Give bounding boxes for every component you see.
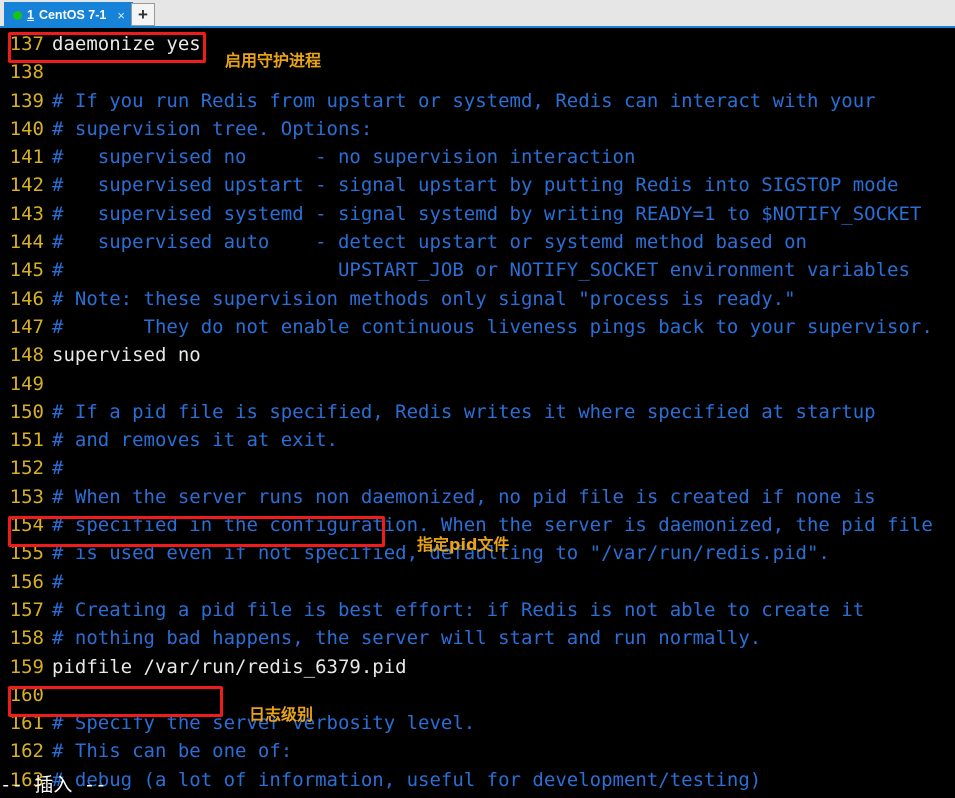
editor-line: 150 # If a pid file is specified, Redis w… [0, 398, 933, 426]
editor-line: 158 # nothing bad happens, the server wil… [0, 624, 933, 652]
annotation-label-daemonize: 启用守护进程 [225, 51, 322, 70]
line-number: 146 [9, 287, 44, 310]
line-content: # UPSTART_JOB or NOTIFY_SOCKET environme… [52, 259, 910, 282]
editor-line: 160 [0, 681, 933, 709]
line-content: # They do not enable continuous liveness… [52, 315, 933, 338]
editor-line: 144 # supervised auto - detect upstart or… [0, 228, 933, 256]
line-number: 155 [9, 542, 44, 565]
annotation-label-loglevel: 日志级别 [249, 705, 314, 724]
line-number: 161 [9, 712, 44, 735]
line-number: 145 [9, 259, 44, 282]
line-content: # When the server runs non daemonized, n… [52, 485, 876, 508]
editor-line: 147 # They do not enable continuous liven… [0, 313, 933, 341]
editor-line: 140 # supervision tree. Options: [0, 115, 933, 143]
line-content: # [52, 457, 64, 480]
line-number: 154 [9, 514, 44, 537]
line-number: 156 [9, 570, 44, 593]
line-content: # If a pid file is specified, Redis writ… [52, 400, 876, 423]
editor-line: 161 # Specify the server verbosity level. [0, 709, 933, 737]
line-number: 143 [9, 202, 44, 225]
line-number: 140 [9, 117, 44, 140]
editor-text-area[interactable]: 137 daemonize yes 138 139 # If you run Redis… [0, 29, 933, 798]
editor-line: 162 # This can be one of: [0, 737, 933, 765]
vim-status-line: -- 插入 -- [0, 774, 107, 796]
line-number: 157 [9, 598, 44, 621]
line-number: 160 [9, 683, 44, 706]
new-tab-button[interactable]: + [131, 3, 155, 26]
line-number: 151 [9, 429, 44, 452]
line-content: # supervised no - no supervision interac… [52, 146, 636, 169]
terminal-tab-centos-7-1[interactable]: 1 CentOS 7-1 × [4, 2, 133, 28]
editor-line: 139 # If you run Redis from upstart or sy… [0, 87, 933, 115]
tab-bar: 1 CentOS 7-1 × + [0, 0, 955, 28]
line-content: # Creating a pid file is best effort: if… [52, 598, 865, 621]
line-content: # supervised upstart - signal upstart by… [52, 174, 899, 197]
editor-line: 137 daemonize yes [0, 30, 933, 58]
editor-line: 143 # supervised systemd - signal systemd… [0, 200, 933, 228]
editor-line: 145 # UPSTART_JOB or NOTIFY_SOCKET enviro… [0, 256, 933, 284]
editor-line: 159 pidfile /var/run/redis_6379.pid [0, 653, 933, 681]
line-content: # If you run Redis from upstart or syste… [52, 89, 876, 112]
line-number: 147 [9, 315, 44, 338]
line-number: 152 [9, 457, 44, 480]
line-number: 148 [9, 344, 44, 367]
terminal-screen[interactable]: 137 daemonize yes 138 139 # If you run Redis… [0, 29, 955, 798]
line-content: # supervised auto - detect upstart or sy… [52, 231, 807, 254]
line-content: supervised no [52, 344, 201, 367]
editor-line: 153 # When the server runs non daemonized… [0, 483, 933, 511]
line-number: 158 [9, 627, 44, 650]
line-number: 141 [9, 146, 44, 169]
editor-line: 156 # [0, 568, 933, 596]
line-content: # and removes it at exit. [52, 429, 338, 452]
connection-status-dot-icon [13, 10, 22, 20]
line-content: pidfile /var/run/redis_6379.pid [52, 655, 407, 678]
editor-line: 146 # Note: these supervision methods onl… [0, 285, 933, 313]
line-number: 137 [9, 33, 44, 55]
line-number: 150 [9, 400, 44, 423]
editor-line: 157 # Creating a pid file is best effort:… [0, 596, 933, 624]
editor-line: 152 # [0, 454, 933, 482]
line-content: # nothing bad happens, the server will s… [52, 627, 762, 650]
line-number: 138 [9, 61, 44, 84]
line-content: daemonize yes [52, 33, 201, 55]
editor-line: 151 # and removes it at exit. [0, 426, 933, 454]
line-number: 142 [9, 174, 44, 197]
line-content: # [52, 570, 64, 593]
line-content: # This can be one of: [52, 740, 293, 763]
editor-line: 142 # supervised upstart - signal upstart… [0, 171, 933, 199]
tab-index: 1 [27, 8, 34, 22]
line-content: # supervision tree. Options: [52, 117, 373, 140]
close-icon[interactable]: × [117, 9, 125, 22]
annotation-label-pidfile: 指定pid文件 [417, 535, 510, 554]
editor-line: 138 [0, 58, 933, 86]
line-number: 162 [9, 740, 44, 763]
line-number: 144 [9, 231, 44, 254]
line-content: # Note: these supervision methods only s… [52, 287, 796, 310]
editor-line: 149 [0, 370, 933, 398]
line-number: 159 [9, 655, 44, 678]
line-content: # supervised systemd - signal systemd by… [52, 202, 922, 225]
line-number: 153 [9, 485, 44, 508]
editor-line: 141 # supervised no - no supervision inte… [0, 143, 933, 171]
line-number: 149 [9, 372, 44, 395]
line-number: 139 [9, 89, 44, 112]
editor-line: 148 supervised no [0, 341, 933, 369]
tab-title: CentOS 7-1 [38, 8, 107, 22]
